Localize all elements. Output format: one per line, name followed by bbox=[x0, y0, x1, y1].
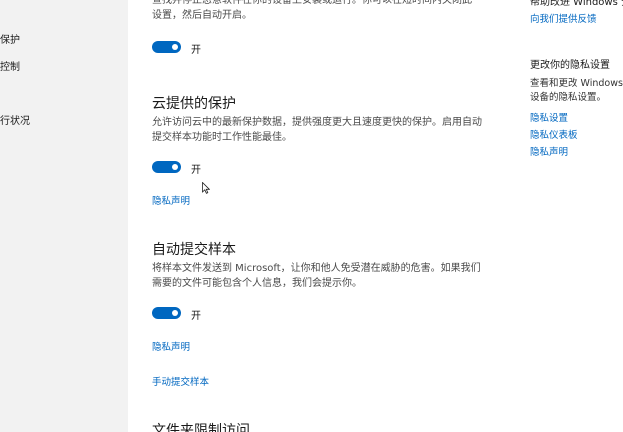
sidebar-top-text: 帮助改进 Windows 安全 bbox=[530, 0, 623, 8]
right-sidebar: 帮助改进 Windows 安全 向我们提供反馈 更改你的隐私设置 查看和更改 W… bbox=[508, 0, 623, 432]
auto-sample-toggle[interactable] bbox=[152, 307, 181, 319]
nav-item-protection[interactable]: 保护 bbox=[0, 31, 20, 46]
cloud-protection-toggle[interactable] bbox=[152, 161, 181, 173]
cloud-protection-description: 允许访问云中的最新保护数据，提供强度更大且速度更快的保护。启用自动提交样本功能时… bbox=[152, 117, 482, 143]
auto-sample-description: 将样本文件发送到 Microsoft，让你和他人免受潜在威胁的危害。如果我们需要… bbox=[152, 263, 481, 289]
manual-submit-sample-link[interactable]: 手动提交样本 bbox=[152, 374, 209, 388]
cloud-protection-title: 云提供的保护 bbox=[152, 96, 236, 112]
privacy-settings-heading: 更改你的隐私设置 bbox=[530, 60, 610, 71]
nav-item-control[interactable]: 控制 bbox=[0, 58, 20, 73]
cloud-privacy-statement-link[interactable]: 隐私声明 bbox=[152, 193, 190, 207]
feedback-link[interactable]: 向我们提供反馈 bbox=[530, 11, 597, 25]
realtime-protection-toggle[interactable] bbox=[152, 41, 181, 53]
toggle-knob bbox=[172, 164, 178, 170]
auto-sample-toggle-state: 开 bbox=[191, 311, 201, 322]
realtime-description-line-1: 查找并停止恶意软件在你的设备上安装或运行。你可以在短时间内关闭此 bbox=[152, 0, 472, 6]
auto-sample-title: 自动提交样本 bbox=[152, 242, 236, 258]
nav-item-device-health[interactable]: 行状况 bbox=[0, 112, 30, 127]
toggle-knob bbox=[172, 44, 178, 50]
mouse-pointer-icon bbox=[202, 182, 210, 194]
windows-security-virus-protection-settings: 保护 控制 行状况 查找并停止恶意软件在你的设备上安装或运行。你可以在短时间内关… bbox=[0, 0, 623, 432]
realtime-toggle-state: 开 bbox=[191, 45, 201, 56]
cloud-toggle-state: 开 bbox=[191, 165, 201, 176]
privacy-dashboard-link[interactable]: 隐私仪表板 bbox=[530, 127, 578, 141]
sample-privacy-statement-link[interactable]: 隐私声明 bbox=[152, 339, 190, 353]
toggle-knob bbox=[172, 310, 178, 316]
privacy-settings-description: 查看和更改 Windows 10 设备的隐私设置。 bbox=[530, 78, 623, 103]
realtime-description-line-2: 设置，然后自动开启。 bbox=[152, 10, 252, 21]
main-content: 查找并停止恶意软件在你的设备上安装或运行。你可以在短时间内关闭此 设置，然后自动… bbox=[128, 0, 508, 432]
privacy-settings-link[interactable]: 隐私设置 bbox=[530, 110, 568, 124]
left-navigation: 保护 控制 行状况 bbox=[0, 0, 128, 432]
controlled-folder-access-title: 文件夹限制访问 bbox=[152, 423, 250, 432]
privacy-statement-link[interactable]: 隐私声明 bbox=[530, 144, 568, 158]
